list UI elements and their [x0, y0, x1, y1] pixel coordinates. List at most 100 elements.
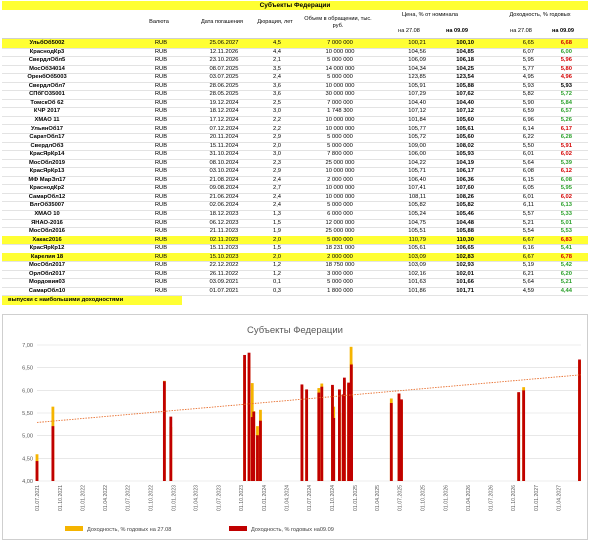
yield-date2-cell: 5,95 — [560, 185, 572, 192]
price-date1-cell: 106,40 — [408, 176, 426, 183]
bar-series-2 — [400, 399, 403, 481]
x-tick-label: 01.01.2027 — [534, 485, 540, 511]
yield-date1-cell: 6,11 — [523, 202, 534, 209]
bar-series-2 — [305, 389, 309, 481]
bar-series-2 — [522, 390, 526, 481]
yield-date1-cell: 6,01 — [522, 151, 534, 158]
bond-name-cell: ЯНАО-2016 — [31, 219, 63, 226]
duration-cell: 1,2 — [272, 270, 282, 277]
maturity-date-cell: 08.10.2024 — [209, 159, 239, 166]
maturity-date-cell: 18.12.2024 — [209, 108, 239, 115]
maturity-date-cell: 28.06.2025 — [209, 82, 239, 89]
chart-grid — [37, 344, 581, 482]
x-tick-label: 01.10.2021 — [58, 485, 64, 511]
volume-cell: 10 000 000 — [325, 48, 355, 55]
duration-cell: 2,4 — [272, 74, 282, 81]
price-date1-cell: 102,16 — [408, 270, 426, 277]
currency-cell: RUB — [154, 151, 168, 158]
price-date1-cell: 105,71 — [408, 168, 426, 175]
maturity-date-cell: 15.10.2023 — [209, 253, 239, 260]
yield-date2-cell: 5,96 — [560, 57, 572, 64]
bond-name-cell: СвердлОбл7 — [28, 82, 66, 89]
price-date2-cell: 105,93 — [456, 151, 474, 158]
yield-date2-cell: 5,42 — [560, 262, 572, 269]
bond-name-cell: Мордовия03 — [29, 279, 65, 286]
table-title: Субъекты Федерации — [2, 1, 588, 10]
chart-legend: Доходность, % годовых на 27.08 Доходност… — [65, 526, 334, 533]
duration-cell: 0,3 — [272, 287, 282, 294]
y-tick-label: 6,50 — [22, 366, 33, 372]
duration-cell: 1,2 — [272, 262, 282, 269]
bond-name-cell: УльянОб17 — [31, 125, 63, 132]
price-date1-cell: 105,91 — [408, 82, 426, 89]
currency-cell: RUB — [154, 40, 168, 46]
maturity-date-cell: 07.12.2024 — [209, 125, 239, 132]
yield-date1-cell: 6,67 — [522, 236, 534, 243]
x-tick-label: 01.01.2023 — [171, 485, 177, 511]
yield-date1-cell: 6,16 — [522, 245, 534, 252]
currency-cell: RUB — [154, 108, 168, 115]
header-currency: Валюта — [149, 19, 169, 25]
bar-series-2 — [35, 461, 39, 481]
currency-cell: RUB — [154, 219, 168, 226]
bond-name-cell: Карелия 18 — [30, 253, 64, 260]
bond-name-cell: ХМАО 10 — [34, 211, 60, 217]
price-date2-cell: 107,62 — [456, 91, 474, 98]
bond-name-cell: МФ МарЭл17 — [28, 176, 66, 183]
price-date1-cell: 104,34 — [408, 65, 426, 72]
price-date1-cell: 100,21 — [408, 40, 426, 46]
yield-date1-cell: 6,05 — [522, 185, 534, 192]
y-tick-label: 6,00 — [22, 388, 33, 394]
price-date2-cell: 110,30 — [456, 236, 474, 243]
volume-cell: 5 000 000 — [327, 279, 353, 286]
price-date1-cell: 110,79 — [408, 236, 426, 243]
volume-cell: 7 800 000 — [327, 151, 353, 158]
legend-label-series-1: Доходность, % годовых на 27.08 — [87, 527, 171, 533]
duration-cell: 2,4 — [272, 202, 282, 209]
currency-cell: RUB — [154, 236, 168, 243]
bar-series-2 — [317, 392, 321, 481]
price-date1-cell: 103,09 — [408, 262, 426, 269]
bond-name-cell: КрасЯрКр14 — [29, 151, 65, 158]
x-tick-label: 01.07.2026 — [488, 485, 494, 511]
price-date2-cell: 107,60 — [456, 185, 474, 192]
price-date2-cell: 104,40 — [456, 99, 474, 106]
price-date1-cell: 106,09 — [408, 57, 426, 64]
price-date2-cell: 102,83 — [456, 253, 474, 260]
highest-yield-note: выпуски с наибольшими доходностями — [2, 296, 182, 305]
maturity-date-cell: 02.11.2023 — [209, 236, 239, 243]
yield-date1-cell: 5,54 — [522, 228, 534, 235]
bar-series-2 — [332, 417, 336, 481]
bond-name-cell: ОренбОб5003 — [27, 74, 67, 81]
volume-cell: 14 000 000 — [325, 65, 355, 72]
bar-series-2 — [252, 411, 256, 481]
duration-cell: 2,9 — [272, 134, 282, 141]
duration-cell: 1,5 — [272, 219, 282, 226]
yield-date1-cell: 5,90 — [522, 99, 534, 106]
bar-series-2 — [350, 397, 353, 481]
duration-cell: 2,9 — [272, 168, 282, 175]
maturity-date-cell: 23.10.2026 — [209, 57, 239, 64]
y-tick-label: 4,50 — [22, 456, 33, 462]
maturity-date-cell: 19.12.2024 — [209, 99, 239, 106]
currency-cell: RUB — [154, 211, 168, 217]
currency-cell: RUB — [154, 48, 168, 55]
bond-name-cell: СвердлОбл5 — [28, 57, 66, 64]
bar-series-2 — [578, 359, 581, 481]
maturity-date-cell: 12.11.2026 — [209, 48, 239, 55]
duration-cell: 2,2 — [272, 125, 282, 132]
price-date2-cell: 105,82 — [456, 202, 474, 209]
maturity-date-cell: 18.12.2023 — [209, 211, 239, 217]
bar-series-2 — [259, 420, 262, 481]
maturity-date-cell: 15.11.2023 — [209, 245, 239, 252]
yield-date2-cell: 6,20 — [560, 270, 572, 277]
volume-cell: 10 000 000 — [325, 82, 355, 89]
price-date1-cell: 109,00 — [408, 142, 426, 149]
volume-cell: 1 800 000 — [327, 287, 353, 294]
price-date1-cell: 107,41 — [408, 185, 426, 192]
price-date2-cell: 107,12 — [456, 108, 474, 115]
yield-date2-cell: 5,84 — [560, 99, 572, 106]
maturity-date-cell: 31.10.2024 — [209, 151, 239, 158]
yield-date1-cell: 6,59 — [522, 108, 534, 115]
yield-date1-cell: 6,08 — [522, 168, 534, 175]
